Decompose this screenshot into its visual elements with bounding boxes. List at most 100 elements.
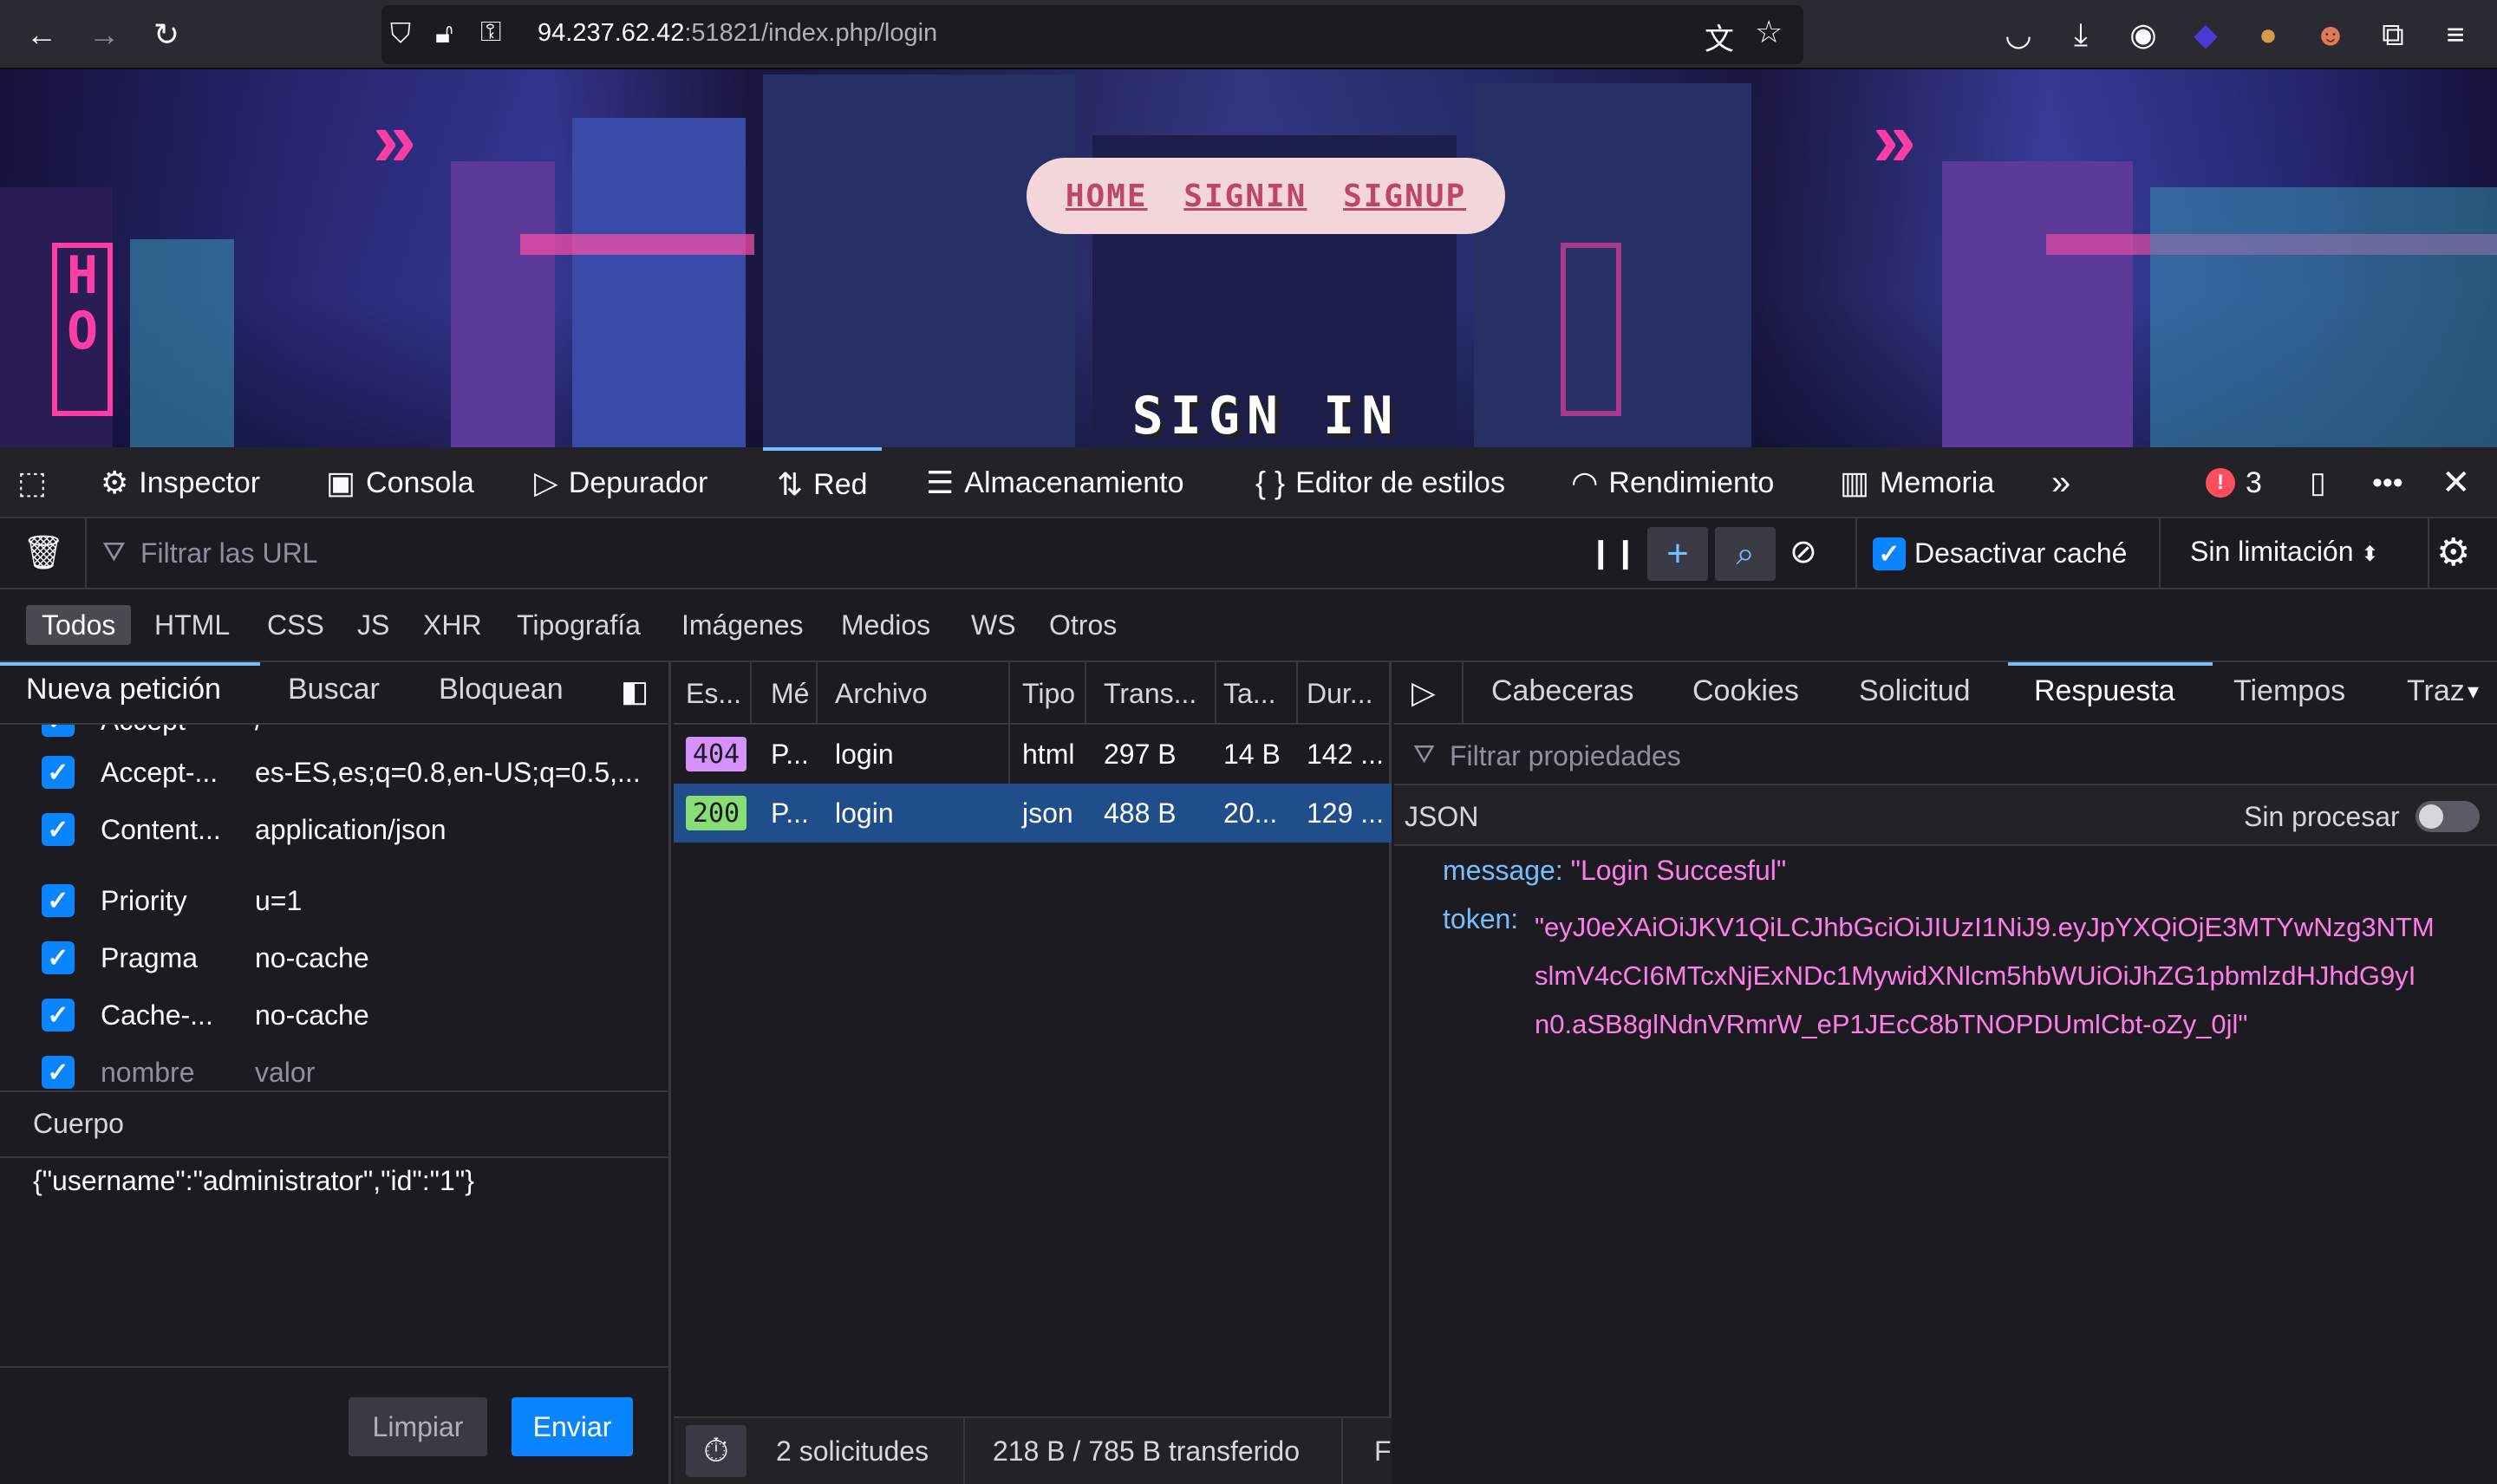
column-size[interactable]: Ta... (1223, 678, 1275, 710)
clear-button[interactable]: Limpiar (349, 1397, 487, 1456)
column-type[interactable]: Tipo (1022, 678, 1075, 710)
tab-debugger[interactable]: ▷ Depurador (534, 447, 707, 518)
responsive-design-icon[interactable]: ▯ (2310, 447, 2326, 518)
header-name[interactable]: Priority (101, 885, 187, 917)
header-value[interactable]: / (255, 725, 263, 737)
request-row-selected[interactable]: 200 P... login json 488 B 20... 129 ... (674, 784, 1392, 843)
column-duration[interactable]: Dur... (1307, 678, 1372, 710)
request-body-textarea[interactable]: {"username":"administrator","id":"1"} (33, 1165, 657, 1399)
header-value[interactable]: u=1 (255, 885, 302, 917)
new-header-name-field[interactable]: nombre (101, 1057, 195, 1089)
header-checkbox[interactable]: ✓ (42, 999, 75, 1032)
more-tabs-chevron-icon[interactable]: » (2051, 447, 2070, 518)
type-all[interactable]: Todos (26, 605, 132, 645)
url-filter-field[interactable]: ⛛ Filtrar las URL (85, 518, 1039, 588)
nav-signin-link[interactable]: SIGNIN (1183, 179, 1307, 214)
error-counter[interactable]: ! 3 (2206, 447, 2262, 518)
insecure-lock-icon[interactable]: 🔓︎ (435, 17, 453, 50)
back-icon[interactable]: ← (19, 12, 64, 57)
more-options-icon[interactable]: ••• (2372, 447, 2403, 518)
key-icon[interactable]: ⚿ (480, 16, 501, 49)
extension-vpn-icon[interactable]: ◆ (2183, 12, 2228, 57)
download-icon[interactable]: ⤓ (2058, 12, 2103, 57)
forward-icon[interactable]: → (81, 12, 127, 57)
settings-gear-icon[interactable]: ⚙ (2436, 530, 2470, 575)
request-row[interactable]: 404 P... login html 297 B 14 B 142 ... (674, 725, 1392, 784)
toggle-sidebar-icon[interactable]: ▷ (1411, 674, 1436, 711)
type-css[interactable]: CSS (251, 605, 340, 645)
translate-icon[interactable]: 文 (1705, 16, 1734, 58)
header-value[interactable]: application/json (255, 814, 447, 846)
column-transferred[interactable]: Trans... (1104, 678, 1196, 710)
tab-blocking[interactable]: Bloquean (439, 673, 564, 706)
extensions-puzzle-icon[interactable]: ⧉ (2370, 12, 2416, 57)
type-fonts[interactable]: Tipografía (501, 605, 656, 645)
header-value[interactable]: no-cache (255, 942, 369, 974)
header-value[interactable]: no-cache (255, 999, 369, 1032)
header-checkbox[interactable]: ✓ (42, 813, 75, 846)
tab-search[interactable]: Buscar (288, 673, 380, 706)
new-header-checkbox[interactable]: ✓ (42, 1056, 75, 1089)
header-name[interactable]: Accept-... (101, 757, 218, 789)
stopwatch-icon[interactable]: ⏱ (686, 1425, 746, 1477)
tab-memory[interactable]: ▥ Memoria (1840, 447, 1994, 518)
tab-storage[interactable]: ☰ Almacenamiento (926, 447, 1184, 518)
header-checkbox[interactable]: ✓ (42, 941, 75, 974)
type-xhr[interactable]: XHR (407, 605, 498, 645)
header-value[interactable]: es-ES,es;q=0.8,en-US;q=0.5,... (255, 757, 641, 789)
block-icon[interactable]: ⊘ (1790, 532, 1817, 571)
tab-console[interactable]: ▣ Consola (326, 447, 474, 518)
type-other[interactable]: Otros (1033, 605, 1132, 645)
header-name[interactable]: Accept (101, 725, 186, 737)
header-name[interactable]: Cache-... (101, 999, 213, 1032)
nav-signup-link[interactable]: SIGNUP (1343, 179, 1466, 214)
tab-request[interactable]: Solicitud (1859, 674, 1971, 708)
send-button[interactable]: Enviar (512, 1397, 633, 1456)
property-filter-field[interactable]: ⛛ Filtrar propiedades (1394, 725, 2497, 785)
header-checkbox[interactable]: ✓ (42, 884, 75, 917)
new-request-button[interactable]: + (1647, 527, 1708, 581)
header-name[interactable]: Content... (101, 814, 221, 846)
tab-cookies[interactable]: Cookies (1692, 674, 1799, 708)
type-ws[interactable]: WS (955, 605, 1032, 645)
type-media[interactable]: Medios (825, 605, 946, 645)
chevron-down-icon[interactable]: ▾ (2468, 678, 2479, 705)
header-checkbox[interactable]: ✓ (42, 756, 75, 789)
shield-icon[interactable]: ⛉ (390, 17, 411, 50)
tab-response[interactable]: Respuesta (2034, 674, 2175, 708)
throttling-select[interactable]: Sin limitación ⬍ (2190, 536, 2379, 568)
disable-cache-checkbox[interactable]: ✓ (1873, 537, 1906, 570)
element-picker-button[interactable]: ⬚ (17, 447, 47, 518)
tab-new-request[interactable]: Nueva petición (26, 673, 221, 706)
nav-home-link[interactable]: HOME (1066, 179, 1148, 214)
menu-icon[interactable]: ≡ (2433, 12, 2478, 57)
trash-icon[interactable]: 🗑︎ (23, 534, 64, 572)
tab-timings[interactable]: Tiempos (2233, 674, 2345, 708)
header-name[interactable]: Pragma (101, 942, 198, 974)
extension-cookie-icon[interactable]: ● (2246, 12, 2291, 57)
tab-style-editor[interactable]: { } Editor de estilos (1255, 447, 1505, 518)
url-bar[interactable]: ⛉ 🔓︎ ⚿ 94.237.62.42:51821/index.php/logi… (381, 5, 1803, 64)
tab-headers[interactable]: Cabeceras (1491, 674, 1633, 708)
column-file[interactable]: Archivo (835, 678, 928, 710)
pocket-icon[interactable]: ◡ (1996, 12, 2041, 57)
reload-icon[interactable]: ↻ (144, 12, 189, 57)
tab-network[interactable]: ⇅ Red (763, 447, 882, 518)
tab-performance[interactable]: ◠ Rendimiento (1571, 447, 1774, 518)
type-js[interactable]: JS (342, 605, 405, 645)
raw-toggle-switch[interactable] (2416, 801, 2480, 832)
url-text[interactable]: 94.237.62.42:51821/index.php/login (538, 19, 937, 48)
tab-inspector[interactable]: ⚙ Inspector (101, 447, 260, 518)
bookmark-star-icon[interactable]: ☆ (1755, 14, 1783, 50)
extension-avatar-icon[interactable]: ☻ (2308, 12, 2353, 57)
header-checkbox[interactable]: ✓ (42, 725, 75, 737)
column-method[interactable]: Mé (771, 678, 809, 710)
search-icon[interactable]: ⌕ (1715, 527, 1776, 581)
type-images[interactable]: Imágenes (666, 605, 819, 645)
collapse-sidebar-icon[interactable]: ◧ (621, 674, 649, 709)
pause-icon[interactable]: ❙❙ (1588, 536, 1638, 570)
new-header-value-field[interactable]: valor (255, 1057, 315, 1089)
tab-stack-trace[interactable]: Traz (2407, 674, 2465, 708)
type-html[interactable]: HTML (139, 605, 245, 645)
column-status[interactable]: Es... (686, 678, 741, 710)
